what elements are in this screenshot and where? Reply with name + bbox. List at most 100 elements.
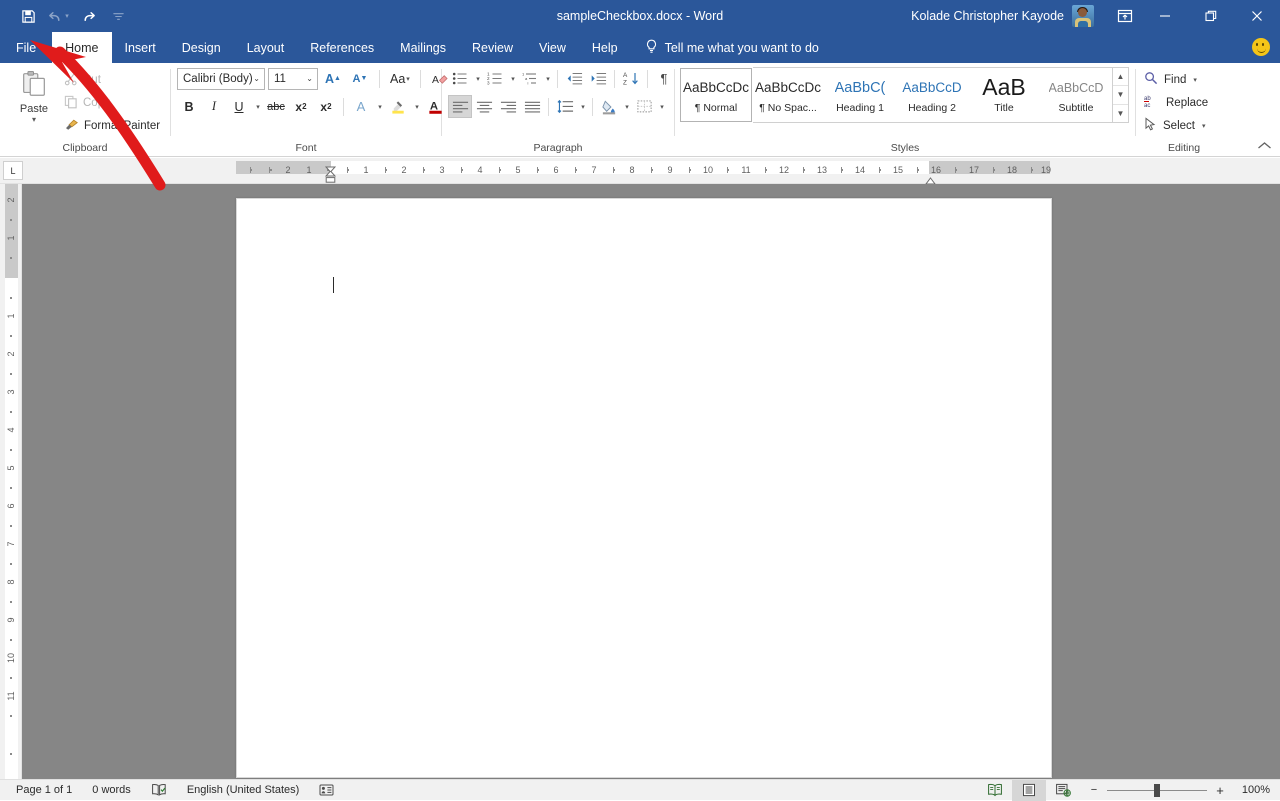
web-layout-button[interactable]	[1046, 780, 1080, 801]
text-effects-button[interactable]: A	[349, 95, 373, 118]
copy-button[interactable]: Copy	[60, 93, 164, 113]
tab-mailings[interactable]: Mailings	[387, 32, 459, 63]
change-case-button[interactable]: Aa▾	[387, 67, 413, 90]
style-item-title[interactable]: AaB Title	[968, 68, 1040, 122]
first-line-indent-marker[interactable]	[325, 160, 336, 167]
restore-button[interactable]	[1188, 0, 1234, 32]
strikethrough-button[interactable]: abc	[264, 95, 288, 118]
borders-button[interactable]	[632, 95, 656, 118]
avatar[interactable]	[1072, 5, 1094, 27]
style-item-no-spacing[interactable]: AaBbCcDc ¶ No Spac...	[752, 68, 824, 122]
styles-scroll-down-button[interactable]: ▼	[1113, 86, 1128, 104]
multilevel-list-button[interactable]: 1ai	[518, 67, 542, 90]
line-spacing-dropdown-button[interactable]: ▾	[577, 95, 588, 118]
document-canvas[interactable]	[22, 184, 1280, 779]
proofing-errors-icon[interactable]	[141, 780, 177, 801]
zoom-slider[interactable]: − +	[1080, 783, 1234, 798]
tab-design[interactable]: Design	[169, 32, 234, 63]
right-indent-marker[interactable]	[925, 172, 936, 180]
grow-font-button[interactable]: A▲	[321, 67, 345, 90]
zoom-level[interactable]: 100%	[1234, 784, 1270, 796]
tab-stop-selector-button[interactable]: L	[3, 161, 23, 180]
superscript-button[interactable]: x2	[314, 95, 338, 118]
tab-insert[interactable]: Insert	[112, 32, 169, 63]
zoom-slider-track[interactable]	[1107, 790, 1207, 791]
numbering-dropdown-button[interactable]: ▾	[507, 67, 518, 90]
shading-button[interactable]	[597, 95, 621, 118]
vertical-ruler[interactable]: 2 1 1 2 3 4 5 6 7 8 9 10 11	[0, 184, 22, 779]
tab-review[interactable]: Review	[459, 32, 526, 63]
align-center-button[interactable]	[472, 95, 496, 118]
customize-quick-access-toolbar-icon[interactable]	[104, 3, 132, 29]
tab-home[interactable]: Home	[52, 32, 111, 63]
line-spacing-button[interactable]	[553, 95, 577, 118]
format-painter-button[interactable]: Format Painter	[60, 116, 164, 136]
chevron-down-icon[interactable]: ▾	[1193, 76, 1197, 84]
styles-scroll-up-button[interactable]: ▲	[1113, 68, 1128, 86]
document-page[interactable]	[236, 198, 1052, 778]
styles-more-button[interactable]: ▼	[1113, 105, 1128, 122]
bullets-button[interactable]	[448, 67, 472, 90]
chevron-down-icon[interactable]: ⌄	[253, 74, 260, 83]
styles-scrollbar[interactable]: ▲ ▼ ▼	[1112, 68, 1128, 122]
show-formatting-marks-button[interactable]: ¶	[652, 67, 676, 90]
account-name[interactable]: Kolade Christopher Kayode	[911, 9, 1072, 23]
italic-button[interactable]: I	[202, 95, 226, 118]
chevron-down-icon[interactable]: ▾	[1202, 122, 1206, 130]
undo-icon[interactable]: ▾	[44, 3, 72, 29]
cut-button[interactable]: Cut	[60, 70, 164, 90]
hanging-indent-marker[interactable]	[325, 170, 336, 182]
read-mode-button[interactable]	[978, 780, 1012, 801]
shrink-font-button[interactable]: A▼	[348, 67, 372, 90]
paste-dropdown-caret-icon[interactable]: ▾	[32, 116, 36, 124]
shading-dropdown-button[interactable]: ▾	[621, 95, 632, 118]
accessibility-checker-icon[interactable]	[309, 780, 344, 801]
chevron-down-icon[interactable]: ⌄	[306, 74, 313, 83]
sort-button[interactable]: AZ	[619, 67, 643, 90]
collapse-ribbon-button[interactable]	[1257, 141, 1272, 154]
style-item-heading-2[interactable]: AaBbCcD Heading 2	[896, 68, 968, 122]
page-indicator[interactable]: Page 1 of 1	[6, 780, 82, 801]
paste-button[interactable]: Paste ▾	[8, 67, 60, 124]
replace-button[interactable]: abac Replace	[1144, 92, 1208, 113]
highlight-dropdown-button[interactable]: ▾	[411, 95, 422, 118]
font-name-combobox[interactable]: Calibri (Body) ⌄	[177, 68, 265, 90]
underline-dropdown-button[interactable]: ▾	[252, 95, 263, 118]
word-count[interactable]: 0 words	[82, 780, 141, 801]
send-a-smile-icon[interactable]	[1252, 38, 1270, 56]
style-item-normal[interactable]: AaBbCcDc ¶ Normal	[680, 68, 752, 122]
borders-dropdown-button[interactable]: ▾	[656, 95, 667, 118]
bullets-dropdown-button[interactable]: ▾	[472, 67, 483, 90]
style-item-subtitle[interactable]: AaBbCcD Subtitle	[1040, 68, 1112, 122]
close-button[interactable]	[1234, 0, 1280, 32]
language-indicator[interactable]: English (United States)	[177, 780, 310, 801]
font-size-combobox[interactable]: 11 ⌄	[268, 68, 318, 90]
style-item-heading-1[interactable]: AaBbC( Heading 1	[824, 68, 896, 122]
text-effects-dropdown-button[interactable]: ▾	[374, 95, 385, 118]
redo-icon[interactable]	[74, 3, 102, 29]
tab-references[interactable]: References	[297, 32, 387, 63]
underline-button[interactable]: U	[227, 95, 251, 118]
multilevel-list-dropdown-button[interactable]: ▾	[542, 67, 553, 90]
tell-me-search[interactable]: Tell me what you want to do	[631, 32, 819, 63]
tab-layout[interactable]: Layout	[234, 32, 298, 63]
save-icon[interactable]	[14, 3, 42, 29]
text-highlight-color-button[interactable]	[386, 95, 410, 118]
print-layout-button[interactable]	[1012, 780, 1046, 801]
find-button[interactable]: Find ▾	[1144, 69, 1208, 90]
tab-view[interactable]: View	[526, 32, 579, 63]
increase-indent-button[interactable]	[586, 67, 610, 90]
bold-button[interactable]: B	[177, 95, 201, 118]
justify-button[interactable]	[520, 95, 544, 118]
decrease-indent-button[interactable]	[562, 67, 586, 90]
numbering-button[interactable]: 123	[483, 67, 507, 90]
tab-file[interactable]: File	[0, 32, 52, 63]
select-button[interactable]: Select ▾	[1144, 115, 1208, 136]
subscript-button[interactable]: x2	[289, 95, 313, 118]
ribbon-display-options-icon[interactable]	[1108, 0, 1142, 32]
tab-help[interactable]: Help	[579, 32, 631, 63]
zoom-slider-thumb[interactable]	[1154, 784, 1160, 797]
minimize-button[interactable]	[1142, 0, 1188, 32]
zoom-out-button[interactable]: −	[1088, 784, 1100, 796]
align-right-button[interactable]	[496, 95, 520, 118]
